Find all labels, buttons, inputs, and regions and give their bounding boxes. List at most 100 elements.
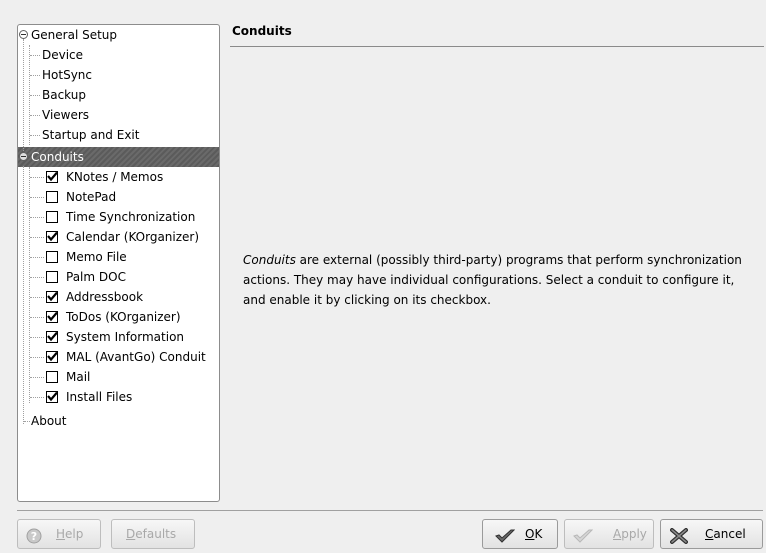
conduit-label: Calendar (KOrganizer) xyxy=(66,230,200,244)
help-label: Help xyxy=(56,527,84,541)
checkbox-checked[interactable] xyxy=(46,331,58,343)
tree-item-label: Viewers xyxy=(42,108,90,122)
checkbox-unchecked[interactable] xyxy=(46,211,58,223)
tree-guide-line xyxy=(30,75,40,76)
tree-guide-line xyxy=(30,95,40,96)
checkbox-unchecked[interactable] xyxy=(46,191,58,203)
tree-guide-line xyxy=(29,45,30,145)
tree-item-hotsync[interactable]: HotSync xyxy=(18,65,219,85)
conduit-label: Install Files xyxy=(66,390,133,404)
tree-item-viewers[interactable]: Viewers xyxy=(18,105,219,125)
conduit-item[interactable]: NotePad xyxy=(18,187,219,207)
ok-button[interactable]: OK xyxy=(482,519,558,549)
tree-guide-line xyxy=(24,421,30,422)
tree-guide-line xyxy=(30,377,44,378)
checkmark-icon xyxy=(495,526,516,553)
apply-label: Apply xyxy=(613,527,647,541)
collapse-icon[interactable] xyxy=(19,30,28,39)
conduit-label: Addressbook xyxy=(66,290,144,304)
tree-item-label: General Setup xyxy=(31,28,118,42)
conduit-label: KNotes / Memos xyxy=(66,170,164,184)
tree-guide-line xyxy=(30,397,44,398)
checkbox-checked[interactable] xyxy=(46,311,58,323)
defaults-button[interactable]: Defaults xyxy=(111,519,195,549)
tree-item-label: Conduits xyxy=(31,150,84,164)
conduit-item[interactable]: MAL (AvantGo) Conduit xyxy=(18,347,219,367)
conduit-label: NotePad xyxy=(66,190,117,204)
tree-guide-line xyxy=(30,337,44,338)
tree-guide-line xyxy=(23,166,24,424)
conduit-item[interactable]: System Information xyxy=(18,327,219,347)
checkbox-checked[interactable] xyxy=(46,351,58,363)
conduit-item[interactable]: Addressbook xyxy=(18,287,219,307)
check-icon xyxy=(47,171,58,182)
config-tree[interactable]: General Setup Device HotSync Backup Viewers… xyxy=(17,24,220,502)
tree-guide-line xyxy=(30,277,44,278)
button-bar-divider xyxy=(17,510,763,511)
help-icon: ? xyxy=(26,526,42,553)
tree-item-device[interactable]: Device xyxy=(18,45,219,65)
check-icon xyxy=(47,351,58,362)
checkbox-checked[interactable] xyxy=(46,291,58,303)
tree-item-general-setup[interactable]: General Setup xyxy=(18,25,219,45)
tree-guide-line xyxy=(30,115,40,116)
conduit-item[interactable]: Time Synchronization xyxy=(18,207,219,227)
conduit-item[interactable]: Mail xyxy=(18,367,219,387)
tree-item-label: Backup xyxy=(42,88,86,102)
conduit-label: ToDos (KOrganizer) xyxy=(66,310,181,324)
conduit-label: System Information xyxy=(66,330,185,344)
conduit-label: MAL (AvantGo) Conduit xyxy=(66,350,206,364)
tree-item-label: Device xyxy=(42,48,84,62)
tree-item-startup-and-exit[interactable]: Startup and Exit xyxy=(18,125,219,145)
tree-item-backup[interactable]: Backup xyxy=(18,85,219,105)
help-button[interactable]: ? Help xyxy=(17,519,101,549)
checkbox-unchecked[interactable] xyxy=(46,371,58,383)
tree-guide-line xyxy=(30,357,44,358)
tree-guide-line xyxy=(30,177,44,178)
description-text: are external (possibly third-party) prog… xyxy=(243,253,742,307)
check-icon xyxy=(47,291,58,302)
tree-item-label: HotSync xyxy=(42,68,92,82)
tree-guide-line xyxy=(30,217,44,218)
tree-guide-line xyxy=(30,135,40,136)
page-title: Conduits xyxy=(232,24,292,38)
collapse-icon[interactable] xyxy=(19,152,28,161)
check-icon xyxy=(47,231,58,242)
cancel-button[interactable]: Cancel xyxy=(660,519,763,549)
check-icon xyxy=(47,311,58,322)
checkbox-checked[interactable] xyxy=(46,171,58,183)
tree-guide-line xyxy=(30,297,44,298)
checkbox-checked[interactable] xyxy=(46,391,58,403)
check-icon xyxy=(47,391,58,402)
tree-item-label: About xyxy=(31,414,67,428)
svg-text:?: ? xyxy=(31,530,37,543)
check-icon xyxy=(47,331,58,342)
title-divider xyxy=(230,46,764,47)
tree-item-conduits[interactable]: Conduits xyxy=(18,147,219,167)
cancel-x-icon xyxy=(670,526,688,553)
conduit-item[interactable]: Calendar (KOrganizer) xyxy=(18,227,219,247)
checkbox-checked[interactable] xyxy=(46,231,58,243)
defaults-label: Defaults xyxy=(126,527,177,541)
conduit-item[interactable]: KNotes / Memos xyxy=(18,167,219,187)
apply-button[interactable]: Apply xyxy=(564,519,654,549)
checkbox-unchecked[interactable] xyxy=(46,271,58,283)
conduit-item[interactable]: Memo File xyxy=(18,247,219,267)
conduit-label: Mail xyxy=(66,370,91,384)
tree-guide-line xyxy=(30,237,44,238)
description-emphasis: Conduits xyxy=(243,253,296,267)
conduit-label: Palm DOC xyxy=(66,270,126,284)
cancel-label: Cancel xyxy=(705,527,746,541)
conduit-label: Memo File xyxy=(66,250,127,264)
conduit-item[interactable]: Palm DOC xyxy=(18,267,219,287)
tree-guide-line xyxy=(29,167,30,403)
checkbox-unchecked[interactable] xyxy=(46,251,58,263)
conduit-item[interactable]: ToDos (KOrganizer) xyxy=(18,307,219,327)
conduits-description: Conduits are external (possibly third-pa… xyxy=(243,250,758,310)
conduit-label: Time Synchronization xyxy=(66,210,196,224)
tree-guide-line xyxy=(30,197,44,198)
checkmark-icon xyxy=(573,526,594,553)
conduit-item[interactable]: Install Files xyxy=(18,387,219,407)
tree-item-label: Startup and Exit xyxy=(42,128,140,142)
tree-item-about[interactable]: About xyxy=(18,411,219,431)
